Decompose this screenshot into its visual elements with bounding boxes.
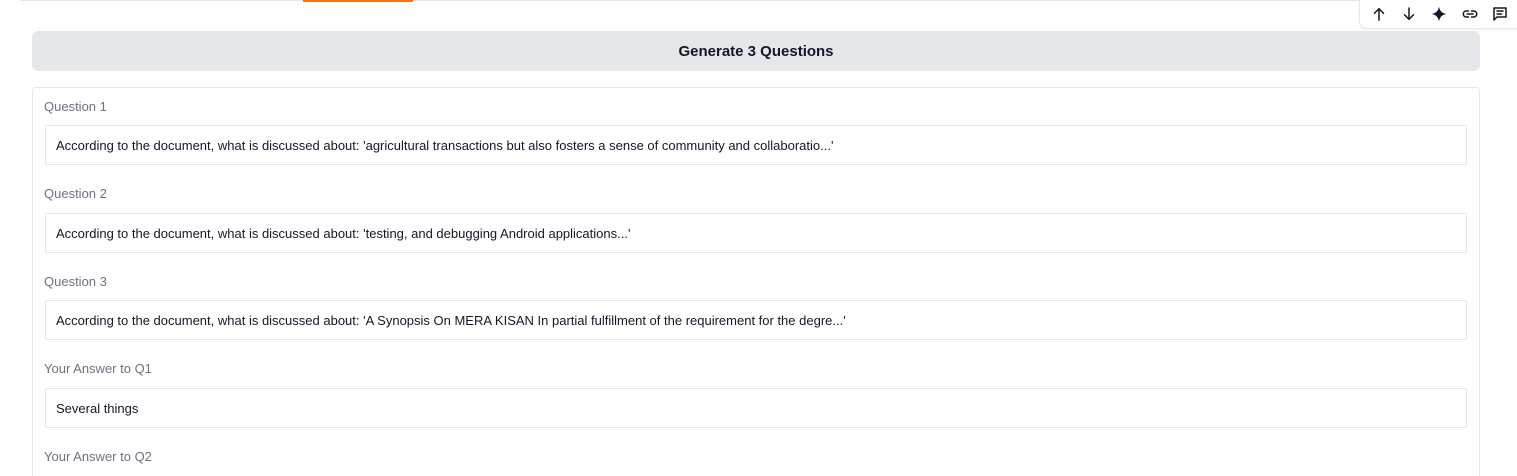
question-1-field[interactable]: According to the document, what is discu… [45,125,1467,165]
comment-icon[interactable] [1487,1,1513,27]
active-tab-indicator [303,0,413,2]
question-1-label: Question 1 [44,99,107,114]
question-2-field[interactable]: According to the document, what is discu… [45,213,1467,253]
link-icon[interactable] [1457,1,1483,27]
page: Generate 3 Questions Question 1 Accordin… [0,0,1517,476]
answer-q2-label: Your Answer to Q2 [44,449,152,464]
question-3-label: Question 3 [44,274,107,289]
question-3-field[interactable]: According to the document, what is discu… [45,300,1467,340]
arrow-up-icon[interactable] [1366,1,1392,27]
question-2-label: Question 2 [44,186,107,201]
sparkle-icon[interactable] [1426,1,1452,27]
answer-q1-label: Your Answer to Q1 [44,361,152,376]
generate-questions-button[interactable]: Generate 3 Questions [32,31,1480,71]
arrow-down-icon[interactable] [1396,1,1422,27]
tab-bar-border [20,0,1360,1]
floating-toolbar [1359,0,1517,29]
answer-q1-field[interactable]: Several things [45,388,1467,428]
